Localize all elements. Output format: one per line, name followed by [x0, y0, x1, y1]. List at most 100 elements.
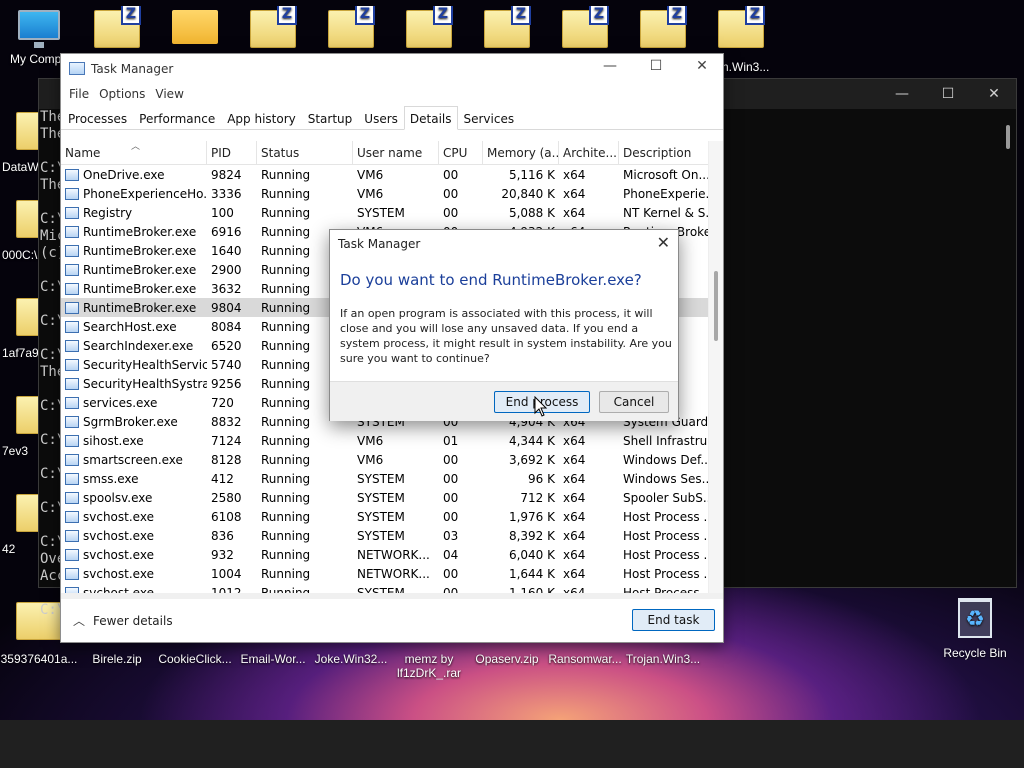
- minimize-button[interactable]: —: [587, 58, 633, 74]
- cell-pid: 7124: [211, 433, 242, 448]
- desktop-icon-label: Trojan.Win3...: [625, 652, 701, 666]
- cell-desc: NT Kernel & S...: [623, 205, 708, 220]
- tab-processes[interactable]: Processes: [62, 106, 133, 130]
- task-manager-titlebar[interactable]: Task Manager — ☐ ✕: [61, 54, 723, 84]
- cell-name: svchost.exe: [61, 564, 207, 583]
- cell-name: RuntimeBroker.exe: [61, 222, 207, 241]
- cell-user: VM6: [357, 186, 384, 201]
- column-header-status[interactable]: Status: [257, 141, 353, 164]
- console-scrollbar[interactable]: [1006, 125, 1010, 149]
- scroll-thumb[interactable]: [714, 271, 718, 341]
- desktop-icon[interactable]: Z: [390, 6, 468, 60]
- column-header-mem[interactable]: Memory (a...: [483, 141, 559, 164]
- tab-startup[interactable]: Startup: [302, 106, 359, 130]
- desktop-icon[interactable]: Z: [234, 6, 312, 60]
- cell-desc: Spooler SubS...: [623, 490, 708, 505]
- cell-name: RuntimeBroker.exe: [61, 260, 207, 279]
- menu-item-view[interactable]: View: [153, 84, 191, 106]
- process-icon: [65, 301, 79, 314]
- cell-user: SYSTEM: [357, 471, 405, 486]
- table-row[interactable]: svchost.exe 6108 Running SYSTEM 00 1,976 K x64…: [61, 507, 708, 526]
- column-header-pid[interactable]: PID: [207, 141, 257, 164]
- process-icon: [65, 282, 79, 295]
- zip-folder-icon: Z: [94, 6, 141, 48]
- tab-details[interactable]: Details: [403, 106, 458, 130]
- cell-desc: Windows Def...: [623, 452, 708, 467]
- cell-status: Running: [261, 205, 311, 220]
- cell-arch: x64: [563, 490, 586, 505]
- table-row[interactable]: svchost.exe 836 Running SYSTEM 03 8,392 K x64 H…: [61, 526, 708, 545]
- column-header-desc[interactable]: Description: [619, 141, 708, 164]
- table-row[interactable]: spoolsv.exe 2580 Running SYSTEM 00 712 K x64 Sp…: [61, 488, 708, 507]
- column-header-cpu[interactable]: CPU: [439, 141, 483, 164]
- desktop-icon-label: memz by lf1zDrK_.rar: [396, 652, 461, 680]
- task-manager-footer: ︿ Fewer details End task: [61, 599, 723, 643]
- vertical-scrollbar[interactable]: [708, 141, 723, 593]
- taskbar: [0, 720, 1024, 768]
- cell-cpu: 00: [443, 205, 459, 220]
- cell-name: RuntimeBroker.exe: [61, 298, 207, 317]
- console-minimize-button[interactable]: —: [879, 86, 925, 102]
- cell-name: SearchIndexer.exe: [61, 336, 207, 355]
- process-name: smss.exe: [83, 471, 139, 486]
- desktop-icon-label: 359376401a...: [0, 652, 78, 666]
- table-row[interactable]: sihost.exe 7124 Running VM6 01 4,344 K x64 Shel…: [61, 431, 708, 450]
- cell-pid: 1012: [211, 585, 242, 594]
- process-icon: [65, 339, 79, 352]
- process-icon: [65, 377, 79, 390]
- desktop-icon[interactable]: Z: [624, 6, 702, 60]
- maximize-button[interactable]: ☐: [633, 58, 679, 74]
- table-row[interactable]: smartscreen.exe 8128 Running VM6 00 3,692 K x6…: [61, 450, 708, 469]
- table-row[interactable]: svchost.exe 1012 Running SYSTEM 00 1,160 K x64…: [61, 583, 708, 593]
- cell-cpu: 00: [443, 509, 459, 524]
- process-name: SecurityHealthServic...: [83, 357, 207, 372]
- cell-name: spoolsv.exe: [61, 488, 207, 507]
- cell-arch: x64: [563, 509, 586, 524]
- cell-status: Running: [261, 167, 311, 182]
- process-name: svchost.exe: [83, 528, 154, 543]
- table-row[interactable]: OneDrive.exe 9824 Running VM6 00 5,116 K x64 Mi…: [61, 165, 708, 184]
- tab-services[interactable]: Services: [458, 106, 521, 130]
- cell-arch: x64: [563, 585, 586, 594]
- cell-pid: 836: [211, 528, 234, 543]
- table-row[interactable]: svchost.exe 932 Running NETWORK... 04 6,040 K…: [61, 545, 708, 564]
- process-name: services.exe: [83, 395, 158, 410]
- recycle-bin-glyph: ♻: [958, 598, 992, 638]
- cell-name: Registry: [61, 203, 207, 222]
- fewer-details-button[interactable]: ︿ Fewer details: [73, 612, 173, 629]
- menu-item-options[interactable]: Options: [97, 84, 153, 106]
- cell-arch: x64: [563, 566, 586, 581]
- cell-mem: 1,976 K: [508, 509, 555, 524]
- tab-performance[interactable]: Performance: [133, 106, 221, 130]
- cell-user: VM6: [357, 452, 384, 467]
- cancel-button[interactable]: Cancel: [599, 391, 669, 413]
- tab-users[interactable]: Users: [358, 106, 404, 130]
- end-task-button[interactable]: End task: [632, 609, 715, 631]
- tab-app-history[interactable]: App history: [221, 106, 302, 130]
- table-row[interactable]: svchost.exe 1004 Running NETWORK... 00 1,644 …: [61, 564, 708, 583]
- cell-cpu: 00: [443, 167, 459, 182]
- cell-name: PhoneExperienceHo...: [61, 184, 207, 203]
- process-name: RuntimeBroker.exe: [83, 300, 197, 315]
- table-row[interactable]: smss.exe 412 Running SYSTEM 00 96 K x64 Windows…: [61, 469, 708, 488]
- cell-name: RuntimeBroker.exe: [61, 241, 207, 260]
- cell-user: SYSTEM: [357, 490, 405, 505]
- desktop-icon[interactable]: [156, 6, 234, 56]
- desktop-icon[interactable]: Z: [78, 6, 156, 60]
- desktop-icon[interactable]: Z: [312, 6, 390, 60]
- console-maximize-button[interactable]: ☐: [925, 86, 971, 102]
- desktop-icon[interactable]: Z: [546, 6, 624, 60]
- menu-item-file[interactable]: File: [67, 84, 97, 106]
- close-button[interactable]: ✕: [679, 58, 725, 74]
- column-header-arch[interactable]: Archite...: [559, 141, 619, 164]
- desktop-icon-label: Email-Wor...: [240, 652, 306, 666]
- desktop-icon[interactable]: Z: [468, 6, 546, 60]
- console-close-button[interactable]: ✕: [971, 86, 1017, 102]
- cell-pid: 2580: [211, 490, 242, 505]
- recycle-bin-icon[interactable]: ♻ Recycle Bin: [936, 598, 1014, 660]
- cell-pid: 9804: [211, 300, 242, 315]
- table-row[interactable]: Registry 100 Running SYSTEM 00 5,088 K x64 NT K…: [61, 203, 708, 222]
- column-header-user[interactable]: User name: [353, 141, 439, 164]
- table-row[interactable]: PhoneExperienceHo... 3336 Running VM6 00 20,8…: [61, 184, 708, 203]
- dialog-close-icon[interactable]: ✕: [657, 233, 670, 252]
